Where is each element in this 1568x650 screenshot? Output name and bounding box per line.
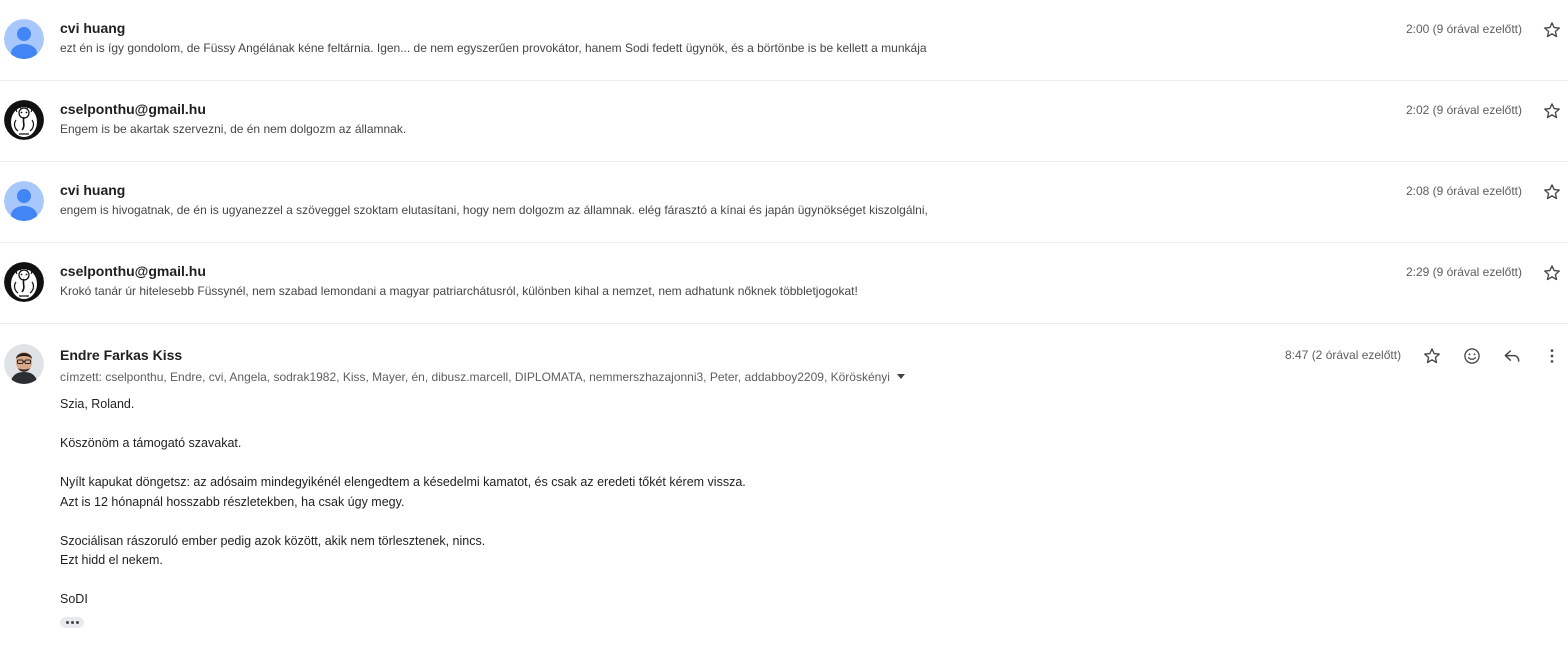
signature: SoDI <box>60 592 88 606</box>
star-icon[interactable] <box>1542 101 1562 121</box>
collapsed-message[interactable]: cselponthu@gmail.hu Krokó tanár úr hitel… <box>0 243 1568 324</box>
collapsed-message[interactable]: cselponthu@gmail.hu Engem is be akartak … <box>0 81 1568 162</box>
body-line: Szociálisan rászoruló ember pedig azok k… <box>60 533 486 548</box>
person-icon <box>4 19 44 59</box>
message-time: 2:00 (9 órával ezelőtt) <box>1405 22 1522 36</box>
ganesha-icon <box>4 100 44 140</box>
message-snippet: ezt én is így gondolom, de Füssy Angélán… <box>60 41 927 55</box>
body-line: Nyílt kapukat döngetsz: az adósaim minde… <box>60 475 746 489</box>
sender-name: cvi huang <box>60 182 126 198</box>
message-time: 2:29 (9 órával ezelőtt) <box>1405 265 1522 279</box>
show-trimmed-content-icon <box>60 617 84 628</box>
message-time: 8:47 (2 órával ezelőtt) <box>1285 348 1402 362</box>
message-time: 2:02 (9 órával ezelőtt) <box>1405 103 1522 117</box>
ganesha-icon <box>4 262 44 302</box>
chevron-down-icon[interactable] <box>896 374 905 379</box>
collapsed-message[interactable]: cvi huang engem is hivogatnak, de én is … <box>0 162 1568 243</box>
recipients-line[interactable]: címzett: cselponthu, Endre, cvi, Angela,… <box>60 370 905 384</box>
ganesha-drawing-avatar[interactable] <box>4 100 44 140</box>
message-body: Szia, Roland. Köszönöm a támogató szavak… <box>60 395 746 610</box>
body-line: Azt is 12 hónapnál hosszabb részletekben… <box>60 494 405 509</box>
more-vert-icon[interactable] <box>1540 344 1564 368</box>
person-icon <box>4 181 44 221</box>
star-icon[interactable] <box>1542 182 1562 202</box>
body-line: Köszönöm a támogató szavakat. <box>60 436 242 450</box>
star-icon[interactable] <box>1542 20 1562 40</box>
default-person-avatar[interactable] <box>4 19 44 59</box>
sender-name: cselponthu@gmail.hu <box>60 263 206 279</box>
message-snippet: Krokó tanár úr hitelesebb Füssynél, nem … <box>60 284 858 298</box>
sender-name: cselponthu@gmail.hu <box>60 101 206 117</box>
default-person-avatar[interactable] <box>4 181 44 221</box>
collapsed-message[interactable]: cvi huang ezt én is így gondolom, de Füs… <box>0 0 1568 81</box>
recipients-text: címzett: cselponthu, Endre, cvi, Angela,… <box>60 370 890 384</box>
profile-photo-icon <box>4 344 44 384</box>
expanded-message: Endre Farkas Kiss címzett: cselponthu, E… <box>0 324 1568 650</box>
body-line: Szia, Roland. <box>60 397 135 411</box>
sender-name: cvi huang <box>60 20 126 36</box>
star-icon[interactable] <box>1420 344 1444 368</box>
message-snippet: Engem is be akartak szervezni, de én nem… <box>60 122 407 136</box>
show-trimmed-content-button[interactable] <box>60 617 84 628</box>
sender-name: Endre Farkas Kiss <box>60 347 183 363</box>
message-snippet: engem is hivogatnak, de én is ugyanezzel… <box>60 203 928 217</box>
sender-photo-avatar[interactable] <box>4 344 44 384</box>
emoji-reaction-icon[interactable] <box>1460 344 1484 368</box>
email-thread: cvi huang ezt én is így gondolom, de Füs… <box>0 0 1568 650</box>
reply-icon[interactable] <box>1500 344 1524 368</box>
ganesha-drawing-avatar[interactable] <box>4 262 44 302</box>
body-line: Ezt hidd el nekem. <box>60 553 163 567</box>
star-icon[interactable] <box>1542 263 1562 283</box>
message-time: 2:08 (9 órával ezelőtt) <box>1405 184 1522 198</box>
